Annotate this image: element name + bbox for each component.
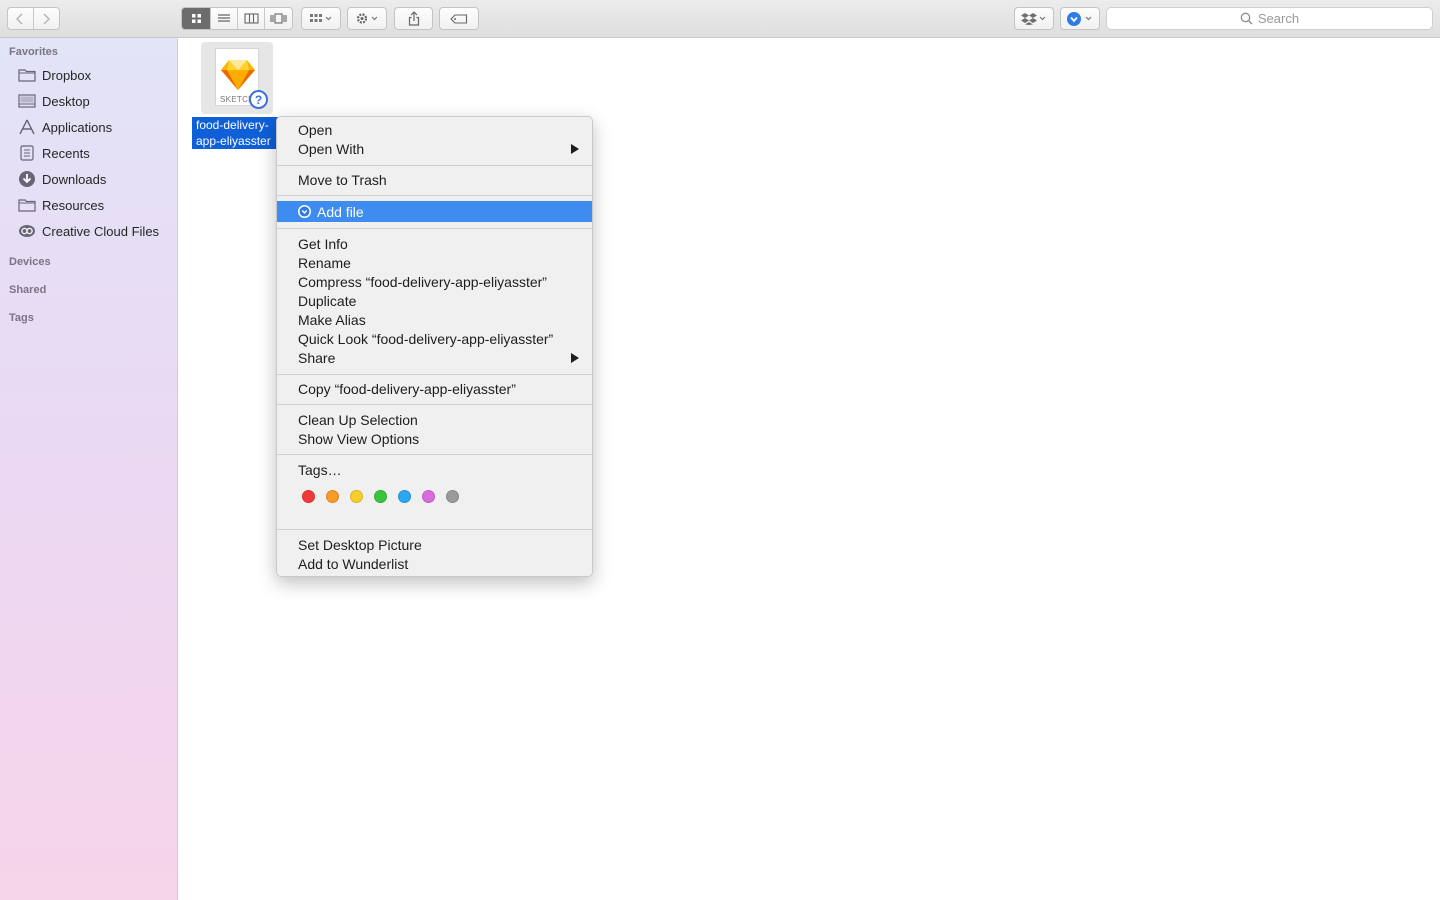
folder-icon xyxy=(18,197,36,213)
shared-header[interactable]: Shared xyxy=(9,284,46,296)
submenu-arrow-icon xyxy=(571,144,579,154)
tag-gray[interactable] xyxy=(446,490,459,503)
tag-red[interactable] xyxy=(302,490,315,503)
menu-item-clean-up-selection[interactable]: Clean Up Selection xyxy=(277,410,592,429)
sync-unknown-badge-icon: ? xyxy=(249,90,268,109)
menu-item-open[interactable]: Open xyxy=(277,120,592,139)
menu-item-quick-look[interactable]: Quick Look “food-delivery-app-eliyasster… xyxy=(277,329,592,348)
arrange-button[interactable] xyxy=(301,7,341,30)
menu-item-label: Share xyxy=(298,349,336,366)
menu-item-copy[interactable]: Copy “food-delivery-app-eliyasster” xyxy=(277,379,592,398)
folder-icon xyxy=(18,67,36,83)
search-icon xyxy=(1240,12,1253,25)
sidebar-item-label: Dropbox xyxy=(42,67,92,83)
sidebar-item-label: Recents xyxy=(42,145,90,161)
list-view-button[interactable] xyxy=(211,8,238,29)
tag-orange[interactable] xyxy=(326,490,339,503)
forward-button[interactable] xyxy=(34,8,59,29)
menu-item-add-to-wunderlist[interactable]: Add to Wunderlist xyxy=(277,554,592,573)
menu-item-rename[interactable]: Rename xyxy=(277,253,592,272)
menu-item-tags[interactable]: Tags… xyxy=(277,460,592,479)
icon-view-button[interactable] xyxy=(182,8,211,29)
file-name-line-2: app-eliyasster xyxy=(196,134,271,148)
column-view-button[interactable] xyxy=(238,8,265,29)
file-name-line-1: food-delivery- xyxy=(196,118,269,132)
menu-item-get-info[interactable]: Get Info xyxy=(277,234,592,253)
tag-yellow[interactable] xyxy=(350,490,363,503)
sidebar-item-resources[interactable]: Resources xyxy=(0,193,178,217)
recents-icon xyxy=(18,145,36,161)
menu-separator xyxy=(277,165,592,166)
menu-item-add-file[interactable]: Add file xyxy=(277,201,592,222)
sidebar: Favorites Dropbox Desktop Applications R… xyxy=(0,38,178,900)
sidebar-item-downloads[interactable]: Downloads xyxy=(0,167,178,191)
menu-separator xyxy=(277,404,592,405)
downloads-icon xyxy=(18,171,36,187)
menu-item-show-view-options[interactable]: Show View Options xyxy=(277,429,592,448)
sidebar-item-label: Resources xyxy=(42,197,105,213)
menu-item-duplicate[interactable]: Duplicate xyxy=(277,291,592,310)
grid-icon xyxy=(191,14,201,23)
sidebar-item-label: Applications xyxy=(42,119,113,135)
desktop-icon xyxy=(18,93,36,109)
menu-separator xyxy=(277,195,592,196)
gear-icon xyxy=(356,13,378,24)
sync-app-icon xyxy=(298,205,311,218)
menu-separator xyxy=(277,228,592,229)
menu-item-label: Open With xyxy=(298,140,365,157)
columns-icon xyxy=(243,13,259,24)
menu-item-compress[interactable]: Compress “food-delivery-app-eliyasster” xyxy=(277,272,592,291)
sidebar-item-label: Desktop xyxy=(42,93,90,109)
tag-green[interactable] xyxy=(374,490,387,503)
submenu-arrow-icon xyxy=(571,353,579,363)
favorites-header: Favorites xyxy=(9,46,58,58)
finder-toolbar: Search xyxy=(0,0,1440,38)
tag-icon xyxy=(450,13,468,24)
dropbox-icon xyxy=(1021,13,1046,25)
arrange-icon xyxy=(310,14,332,22)
edit-tags-button[interactable] xyxy=(439,7,479,30)
tag-blue[interactable] xyxy=(398,490,411,503)
sidebar-item-desktop[interactable]: Desktop xyxy=(0,89,178,113)
cover-flow-button[interactable] xyxy=(265,8,292,29)
cover-flow-icon xyxy=(270,13,287,24)
sync-app-icon xyxy=(1067,11,1092,26)
sidebar-item-applications[interactable]: Applications xyxy=(0,115,178,139)
sidebar-item-creative-cloud-files[interactable]: Creative Cloud Files xyxy=(0,219,178,243)
menu-separator xyxy=(277,454,592,455)
back-button[interactable] xyxy=(8,8,34,29)
view-mode-control xyxy=(181,7,293,30)
sidebar-item-dropbox[interactable]: Dropbox xyxy=(0,63,178,87)
sidebar-item-recents[interactable]: Recents xyxy=(0,141,178,165)
creative-cloud-icon xyxy=(18,223,36,239)
share-button[interactable] xyxy=(394,7,433,30)
list-icon xyxy=(218,14,230,22)
tag-purple[interactable] xyxy=(422,490,435,503)
devices-header[interactable]: Devices xyxy=(9,256,51,268)
chevron-right-icon xyxy=(43,12,51,25)
action-button[interactable] xyxy=(347,7,387,30)
search-field[interactable]: Search xyxy=(1106,7,1433,30)
menu-item-set-desktop-picture[interactable]: Set Desktop Picture xyxy=(277,535,592,554)
menu-separator xyxy=(277,529,592,530)
menu-item-share[interactable]: Share xyxy=(277,348,592,367)
file-name-label: food-delivery- app-eliyasster xyxy=(192,117,278,149)
navigation-buttons xyxy=(7,7,60,30)
applications-icon xyxy=(18,119,36,135)
menu-item-move-to-trash[interactable]: Move to Trash xyxy=(277,170,592,189)
chevron-left-icon xyxy=(16,12,23,25)
menu-item-make-alias[interactable]: Make Alias xyxy=(277,310,592,329)
context-menu: Open Open With Move to Trash Add file Ge… xyxy=(276,116,593,577)
menu-separator xyxy=(277,374,592,375)
sidebar-item-label: Downloads xyxy=(42,171,107,187)
menu-item-label: Add file xyxy=(317,203,364,220)
share-icon xyxy=(408,11,419,26)
sidebar-item-label: Creative Cloud Files xyxy=(42,223,160,239)
tags-header[interactable]: Tags xyxy=(9,312,34,324)
sync-app-menu-button[interactable] xyxy=(1060,7,1100,30)
dropbox-menu-button[interactable] xyxy=(1014,7,1054,30)
search-placeholder: Search xyxy=(1257,11,1300,26)
menu-item-open-with[interactable]: Open With xyxy=(277,139,592,158)
